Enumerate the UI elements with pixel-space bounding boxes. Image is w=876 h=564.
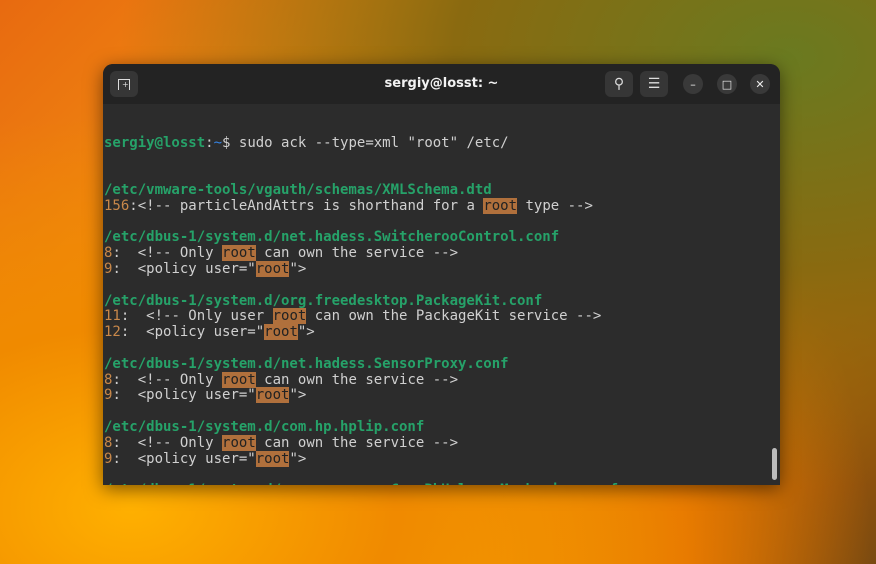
line-post: type --> — [517, 197, 593, 214]
line-post: can own the service --> — [255, 371, 459, 388]
line-sep: : — [112, 450, 121, 467]
line-post: "> — [297, 324, 315, 341]
line-number: 12 — [104, 324, 121, 341]
match-highlight: root — [222, 371, 256, 388]
window-title: sergiy@losst: ~ — [384, 76, 499, 91]
line-post: "> — [289, 387, 307, 404]
line-sep: : — [112, 260, 121, 277]
match-highlight: root — [222, 245, 256, 262]
line-sep: : — [112, 434, 121, 451]
line-pre: <!-- particleAndAttrs is shorthand for a — [137, 197, 484, 214]
result-file: /etc/dbus-1/system.d/net.hadess.SensorPr… — [104, 355, 509, 372]
line-number: 11 — [104, 308, 121, 325]
search-button[interactable]: ⚲ — [605, 71, 633, 97]
terminal-window: + sergiy@losst: ~ ⚲ ☰ – □ ✕ sergiy@losst… — [103, 64, 780, 485]
maximize-icon: □ — [721, 77, 733, 91]
match-line: 156:<!-- particleAndAttrs is shorthand f… — [104, 197, 779, 215]
line-number: 156 — [104, 197, 130, 214]
line-post: can own the PackageKit service --> — [306, 308, 602, 325]
line-sep: : — [112, 387, 121, 404]
prompt-user: sergiy@losst — [104, 134, 206, 151]
terminal-output[interactable]: sergiy@losst:~$ sudo ack --type=xml "roo… — [103, 104, 780, 485]
match-line: 9: <policy user="root"> — [104, 450, 779, 468]
line-pre: <!-- Only user — [129, 308, 273, 325]
line-post: can own the service --> — [255, 245, 459, 262]
match-highlight: root — [483, 197, 518, 214]
command-text: sudo ack --type=xml "root" /etc/ — [238, 134, 509, 151]
line-sep: : — [129, 197, 138, 214]
match-line: 8: <!-- Only root can own the service --… — [104, 434, 779, 452]
line-pre: <policy user=" — [129, 324, 265, 341]
line-sep: : — [112, 371, 121, 388]
line-pre: <!-- Only — [120, 371, 223, 388]
result-file: /etc/vmware-tools/vgauth/schemas/XMLSche… — [104, 181, 492, 198]
match-line: 8: <!-- Only root can own the service --… — [104, 245, 779, 262]
match-highlight: root — [272, 308, 307, 325]
match-highlight: root — [264, 324, 298, 341]
result-file: /etc/dbus-1/system.d/com.hp.hplip.conf — [104, 418, 425, 435]
minimize-icon: – — [690, 77, 696, 91]
match-line: 12: <policy user="root"> — [104, 324, 779, 341]
maximize-button[interactable]: □ — [717, 74, 737, 94]
line-post: "> — [289, 260, 307, 277]
prompt-path: ~ — [213, 134, 223, 151]
prompt-sep: : — [205, 134, 214, 151]
line-pre: <policy user=" — [120, 450, 256, 467]
line-post: can own the service --> — [255, 434, 459, 451]
title-bar: + sergiy@losst: ~ ⚲ ☰ – □ ✕ — [103, 64, 780, 104]
match-line: 11: <!-- Only user root can own the Pack… — [104, 308, 779, 325]
prompt-line: sergiy@losst:~$ sudo ack --type=xml "roo… — [104, 134, 779, 152]
prompt-symbol: $ — [222, 134, 239, 151]
match-highlight: root — [255, 450, 290, 467]
scrollbar[interactable] — [772, 448, 777, 480]
search-icon: ⚲ — [613, 76, 625, 92]
result-file: /etc/dbus-1/system.d/org.freedesktop.Pac… — [104, 292, 543, 309]
line-pre: <policy user=" — [120, 387, 256, 404]
result-file: /etc/dbus-1/system.d/org.opensuse.CupsPk… — [104, 482, 779, 485]
line-post: "> — [289, 450, 307, 467]
match-highlight: root — [222, 434, 256, 451]
close-button[interactable]: ✕ — [750, 74, 770, 94]
match-highlight: root — [255, 260, 290, 277]
result-file: /etc/dbus-1/system.d/net.hadess.Switcher… — [104, 229, 560, 246]
close-icon: ✕ — [755, 77, 765, 91]
match-line: 9: <policy user="root"> — [104, 260, 779, 278]
menu-button[interactable]: ☰ — [640, 71, 668, 97]
match-highlight: root — [255, 387, 290, 404]
hamburger-icon: ☰ — [647, 76, 661, 92]
match-line: 9: <policy user="root"> — [104, 387, 779, 404]
minimize-button[interactable]: – — [683, 74, 703, 94]
line-pre: <!-- Only — [120, 434, 223, 451]
match-line: 8: <!-- Only root can own the service --… — [104, 371, 779, 389]
line-pre: <!-- Only — [120, 245, 223, 262]
line-sep: : — [112, 245, 121, 262]
line-pre: <policy user=" — [120, 260, 256, 277]
